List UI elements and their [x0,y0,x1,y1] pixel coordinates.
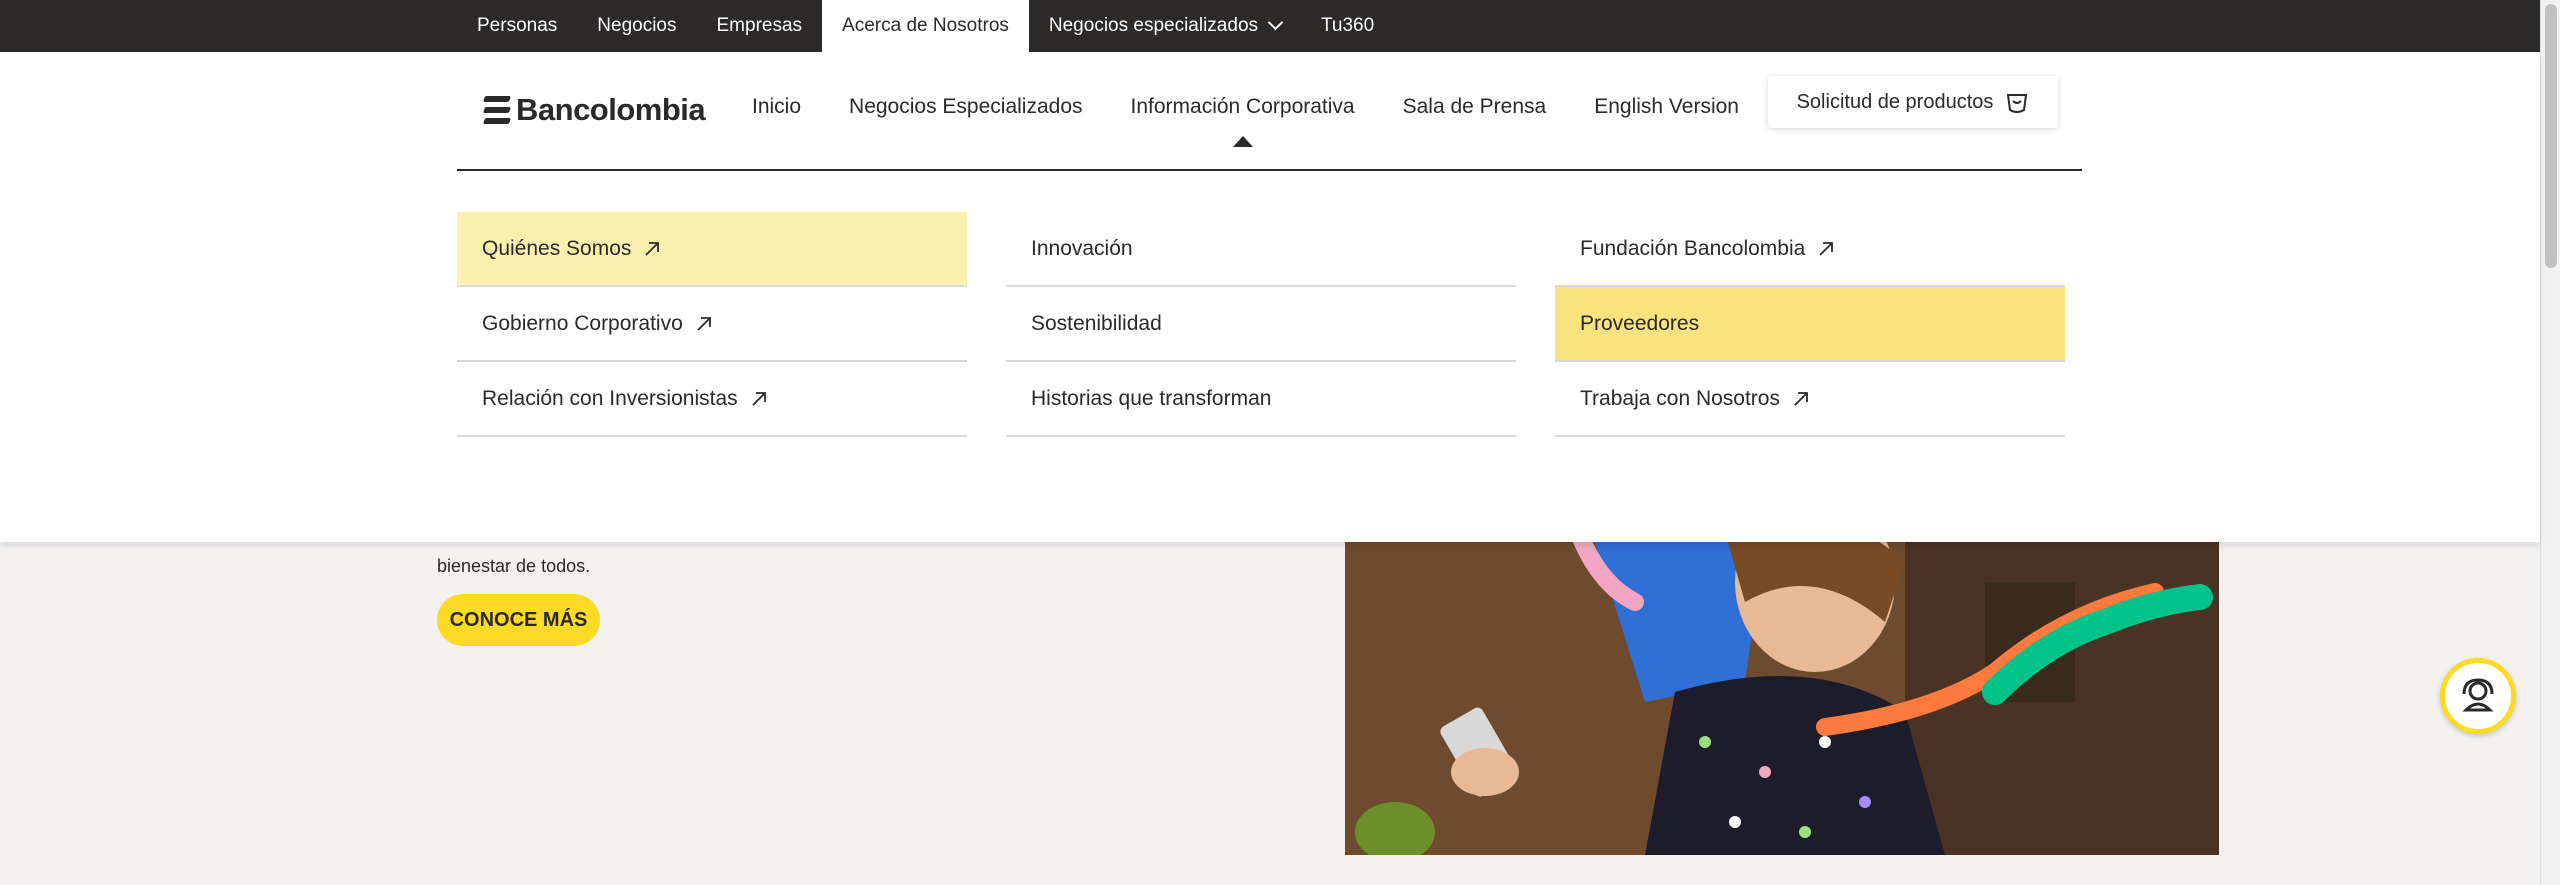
menu-item-label: Historias que transforman [1031,386,1272,410]
chat-support-icon [2462,678,2494,712]
arrow-up-right-icon [1794,391,1808,406]
nav-sala-de-prensa[interactable]: Sala de Prensa [1379,92,1571,122]
menu-column-3: Fundación Bancolombia Proveedores Trabaj… [1555,212,2065,437]
logo-text: Bancolombia [516,92,706,127]
nav-informacion-corporativa[interactable]: Información Corporativa [1107,92,1379,147]
arrow-up-right-icon [752,391,766,406]
menu-item-label: Proveedores [1580,311,1700,335]
top-nav-negocios-especializados[interactable]: Negocios especializados [1029,0,1301,52]
nav-label: Información Corporativa [1130,95,1355,118]
bancolombia-logo[interactable]: Bancolombia [482,92,706,128]
scrollbar-thumb[interactable] [2545,4,2557,268]
menu-item-proveedores[interactable]: Proveedores [1555,287,2065,362]
menu-item-trabaja-con-nosotros[interactable]: Trabaja con Nosotros [1555,362,2065,437]
nav-label: English Version [1594,95,1739,118]
menu-item-label: Sostenibilidad [1031,311,1162,335]
conoce-mas-button[interactable]: CONOCE MÁS [437,594,600,646]
top-nav-empresas[interactable]: Empresas [697,0,823,52]
top-nav-tu360[interactable]: Tu360 [1301,0,1394,52]
top-bar: Personas Negocios Empresas Acerca de Nos… [0,0,2540,52]
logo-mark-icon [482,96,512,124]
top-nav-label: Tu360 [1321,15,1375,36]
top-nav-label: Negocios especializados [1048,15,1259,36]
hero-illustration [1345,542,2219,855]
top-nav-acerca[interactable]: Acerca de Nosotros [822,0,1029,52]
solicitud-label: Solicitud de productos [1796,90,1994,113]
caret-up-icon [1232,136,1253,147]
menu-item-gobierno-corporativo[interactable]: Gobierno Corporativo [457,287,967,362]
menu-item-label: Quiénes Somos [482,236,632,260]
menu-item-sostenibilidad[interactable]: Sostenibilidad [1006,287,1516,362]
menu-item-innovacion[interactable]: Innovación [1006,212,1516,287]
site-header: Bancolombia Inicio Negocios Especializad… [0,52,2540,542]
top-nav: Personas Negocios Empresas Acerca de Nos… [457,0,1394,52]
nav-english-version[interactable]: English Version [1570,92,1763,122]
menu-divider [457,169,2082,171]
hero-text: bienestar de todos. [437,556,591,576]
menu-item-label: Relación con Inversionistas [482,386,738,410]
menu-item-label: Gobierno Corporativo [482,311,683,335]
menu-item-relacion-inversionistas[interactable]: Relación con Inversionistas [457,362,967,437]
page-scrollbar[interactable] [2540,0,2560,885]
top-nav-label: Acerca de Nosotros [842,15,1009,36]
shopping-bag-icon [2007,94,2028,113]
menu-item-quienes-somos[interactable]: Quiénes Somos [457,212,967,287]
top-nav-personas[interactable]: Personas [457,0,577,52]
nav-label: Inicio [752,95,802,118]
menu-column-2: Innovación Sostenibilidad Historias que … [1006,212,1516,437]
menu-item-historias[interactable]: Historias que transforman [1006,362,1516,437]
menu-item-label: Fundación Bancolombia [1580,236,1806,260]
menu-item-fundacion[interactable]: Fundación Bancolombia [1555,212,2065,287]
menu-item-label: Innovación [1031,236,1133,260]
menu-item-label: Trabaja con Nosotros [1580,386,1780,410]
arrow-up-right-icon [697,316,711,331]
nav-negocios-especializados[interactable]: Negocios Especializados [825,92,1106,122]
nav-label: Sala de Prensa [1402,95,1547,118]
top-nav-label: Negocios [597,15,677,36]
menu-column-1: Quiénes Somos Gobierno Corporativo Relac… [457,212,967,437]
arrow-up-right-icon [1819,241,1834,256]
top-nav-negocios[interactable]: Negocios [577,0,696,52]
top-nav-label: Empresas [716,15,803,36]
main-nav: Inicio Negocios Especializados Informaci… [728,92,1763,147]
hero-photo [1345,542,2219,855]
chevron-down-icon [1267,14,1284,31]
nav-inicio[interactable]: Inicio [728,92,825,122]
arrow-up-right-icon [645,241,660,256]
chat-support-button[interactable] [2440,658,2516,734]
top-nav-label: Personas [477,15,558,36]
nav-label: Negocios Especializados [849,95,1083,118]
solicitud-productos-button[interactable]: Solicitud de productos [1768,76,2058,128]
